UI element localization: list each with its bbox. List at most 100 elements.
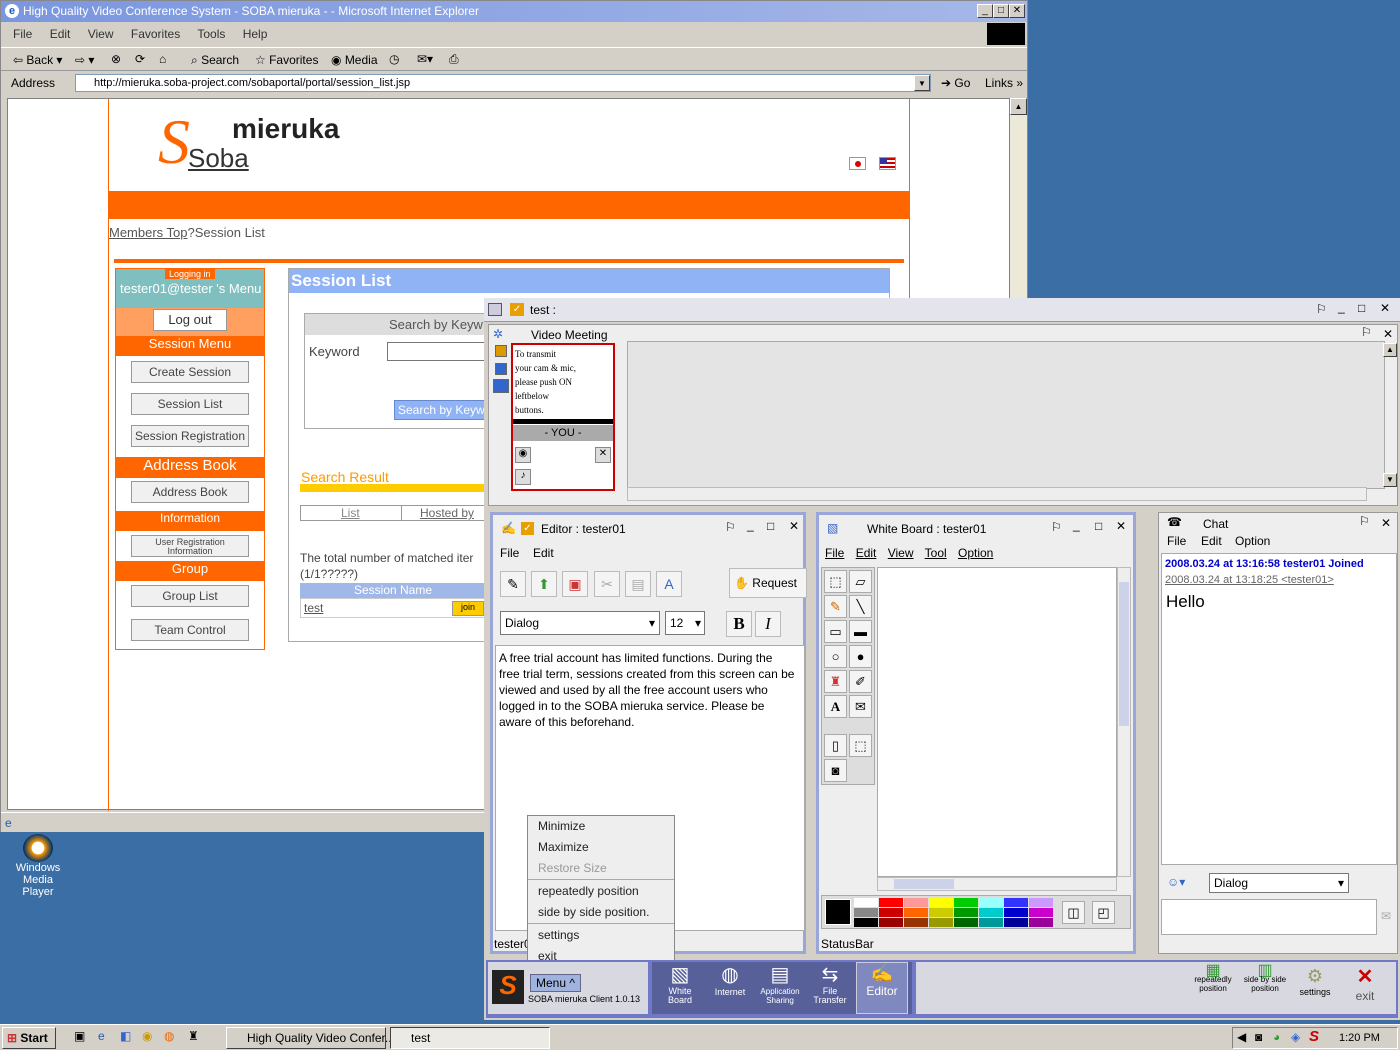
text-tool-icon[interactable]: A bbox=[824, 695, 847, 718]
ctx-settings[interactable]: settings bbox=[528, 925, 674, 946]
tray-network-icon[interactable]: ◙ bbox=[1255, 1030, 1262, 1044]
filled-rect-tool-icon[interactable]: ▬ bbox=[849, 620, 872, 643]
chat-log[interactable]: 2008.03.24 at 13:16:58 tester01 Joined 2… bbox=[1161, 553, 1397, 865]
video-scroll-up[interactable]: ▲ bbox=[1383, 343, 1397, 357]
color-swatch[interactable] bbox=[929, 898, 953, 907]
dock-exit[interactable]: ✕ exit bbox=[1342, 964, 1388, 1003]
color-swatch[interactable] bbox=[954, 908, 978, 917]
ctx-side-by-side[interactable]: side by side position. bbox=[528, 902, 674, 923]
soba-close-button[interactable]: ✕ bbox=[1380, 301, 1390, 315]
favorites-button[interactable]: ☆ Favorites bbox=[255, 53, 318, 67]
pencil-tool-icon[interactable]: ✎ bbox=[824, 595, 847, 618]
quicklaunch-icon-6[interactable]: ♜ bbox=[188, 1029, 199, 1043]
screen-toggle-icon[interactable] bbox=[495, 363, 507, 375]
close-video-icon[interactable]: ✕ bbox=[595, 447, 611, 463]
color-swatch[interactable] bbox=[879, 908, 903, 917]
chat-menu-file[interactable]: File bbox=[1167, 534, 1186, 548]
menu-edit[interactable]: Edit bbox=[50, 27, 71, 41]
minimize-button[interactable]: _ bbox=[977, 4, 993, 18]
wb-pin-icon[interactable]: ⚐ bbox=[1051, 520, 1062, 534]
japanese-flag-icon[interactable] bbox=[849, 157, 866, 170]
editor-menu-edit[interactable]: Edit bbox=[533, 546, 554, 560]
tray-volume-icon[interactable]: ◀ bbox=[1237, 1030, 1246, 1044]
chat-input[interactable] bbox=[1161, 899, 1377, 935]
close-button[interactable]: ✕ bbox=[1009, 4, 1025, 18]
mic-icon[interactable]: ♪ bbox=[515, 469, 531, 485]
col-hosted-by[interactable]: Hosted by bbox=[420, 506, 474, 520]
refresh-icon[interactable]: ⟳ bbox=[135, 52, 145, 66]
wb-close-button[interactable]: ✕ bbox=[1116, 519, 1126, 533]
color-swatch[interactable] bbox=[904, 908, 928, 917]
wb-minimize-button[interactable]: _ bbox=[1073, 518, 1080, 532]
color-swatch[interactable] bbox=[929, 918, 953, 927]
user-registration-info-button[interactable]: User Registration Information bbox=[131, 535, 249, 557]
eraser-tool-icon[interactable]: ▱ bbox=[849, 570, 872, 593]
pin-icon[interactable]: ⚐ bbox=[1316, 302, 1327, 316]
ie-title-bar[interactable]: e High Quality Video Conference System -… bbox=[1, 1, 1027, 22]
dock-side-by-side[interactable]: ▥ side by side position bbox=[1242, 963, 1288, 994]
layout-toggle-icon[interactable] bbox=[493, 379, 509, 393]
dock-file-transfer[interactable]: ⇆ File Transfer bbox=[806, 962, 854, 1014]
soba-minimize-button[interactable]: _ bbox=[1338, 300, 1345, 314]
mail-icon[interactable]: ✉▾ bbox=[417, 52, 433, 66]
stop-icon[interactable]: ⊗ bbox=[111, 52, 121, 66]
video-scroll-down[interactable]: ▼ bbox=[1383, 473, 1397, 487]
video-hscrollbar[interactable] bbox=[627, 487, 1367, 501]
open-icon[interactable]: ⬆ bbox=[531, 571, 557, 597]
wb-canvas[interactable] bbox=[877, 567, 1117, 877]
color-swatch[interactable] bbox=[979, 918, 1003, 927]
firefox-icon[interactable]: ◍ bbox=[164, 1029, 174, 1043]
ellipse-tool-icon[interactable]: ○ bbox=[824, 645, 847, 668]
line-tool-icon[interactable]: ╲ bbox=[849, 595, 872, 618]
session-registration-button[interactable]: Session Registration bbox=[131, 425, 249, 447]
forward-button[interactable]: ⇨ ▾ bbox=[75, 53, 94, 67]
font-color-icon[interactable]: A bbox=[656, 571, 682, 597]
menu-tools[interactable]: Tools bbox=[197, 27, 225, 41]
create-session-button[interactable]: Create Session bbox=[131, 361, 249, 383]
ctx-minimize[interactable]: Minimize bbox=[528, 816, 674, 837]
color-swatch[interactable] bbox=[954, 898, 978, 907]
team-control-button[interactable]: Team Control bbox=[131, 619, 249, 641]
maximize-button[interactable]: □ bbox=[993, 4, 1009, 18]
wb-menu-edit[interactable]: Edit bbox=[856, 546, 877, 560]
media-button[interactable]: ◉ Media bbox=[331, 53, 378, 67]
wb-hscrollbar[interactable] bbox=[877, 877, 1117, 891]
color-swatch[interactable] bbox=[854, 908, 878, 917]
dock-internet[interactable]: ◍ Internet bbox=[706, 962, 754, 1014]
emoticon-icon[interactable]: ☺▾ bbox=[1167, 875, 1185, 889]
color-swatch[interactable] bbox=[904, 918, 928, 927]
task-test[interactable]: test bbox=[390, 1027, 550, 1049]
cut-icon[interactable]: ✂ bbox=[594, 571, 620, 597]
dock-app-sharing[interactable]: ▤ Application Sharing bbox=[756, 962, 804, 1014]
color-swatch[interactable] bbox=[854, 898, 878, 907]
links-button[interactable]: Links » bbox=[985, 76, 1023, 90]
font-size-select[interactable]: 12 ▾ bbox=[665, 611, 705, 635]
wb-vscroll-thumb[interactable] bbox=[1119, 582, 1129, 726]
chat-menu-edit[interactable]: Edit bbox=[1201, 534, 1222, 548]
ctx-repeatedly-position[interactable]: repeatedly position bbox=[528, 881, 674, 902]
color-swatch[interactable] bbox=[879, 918, 903, 927]
window-menu-icon[interactable] bbox=[488, 303, 502, 316]
menu-button[interactable]: Menu ^ bbox=[530, 974, 581, 992]
wb-menu-file[interactable]: File bbox=[825, 546, 844, 560]
search-button[interactable]: ⌕ Search bbox=[191, 53, 239, 68]
back-button[interactable]: ⇦ Back ▾ bbox=[13, 53, 62, 67]
home-icon[interactable]: ⌂ bbox=[159, 52, 166, 66]
editor-maximize-button[interactable]: □ bbox=[767, 519, 774, 533]
breadcrumb-members-top[interactable]: Members Top bbox=[109, 225, 188, 240]
editor-pin-icon[interactable]: ⚐ bbox=[725, 520, 736, 534]
rect-tool-icon[interactable]: ▭ bbox=[824, 620, 847, 643]
wmp-desktop-icon[interactable]: Windows Media Player bbox=[6, 834, 70, 898]
soba-title-bar[interactable]: ✓ test : ⚐ _ □ ✕ bbox=[484, 298, 1400, 322]
dock-repeatedly-position[interactable]: ▦ repeatedly position bbox=[1188, 963, 1238, 994]
send-icon[interactable]: ✉ bbox=[1381, 909, 1391, 923]
tray-security-icon[interactable]: ◈ bbox=[1291, 1030, 1300, 1044]
italic-button[interactable]: I bbox=[755, 611, 781, 637]
col-list[interactable]: List bbox=[341, 506, 360, 520]
color-swatch[interactable] bbox=[929, 908, 953, 917]
color-swatch[interactable] bbox=[1004, 898, 1028, 907]
color-swatch[interactable] bbox=[904, 898, 928, 907]
session-link-test[interactable]: test bbox=[304, 601, 323, 615]
group-list-button[interactable]: Group List bbox=[131, 585, 249, 607]
us-flag-icon[interactable] bbox=[879, 157, 896, 170]
